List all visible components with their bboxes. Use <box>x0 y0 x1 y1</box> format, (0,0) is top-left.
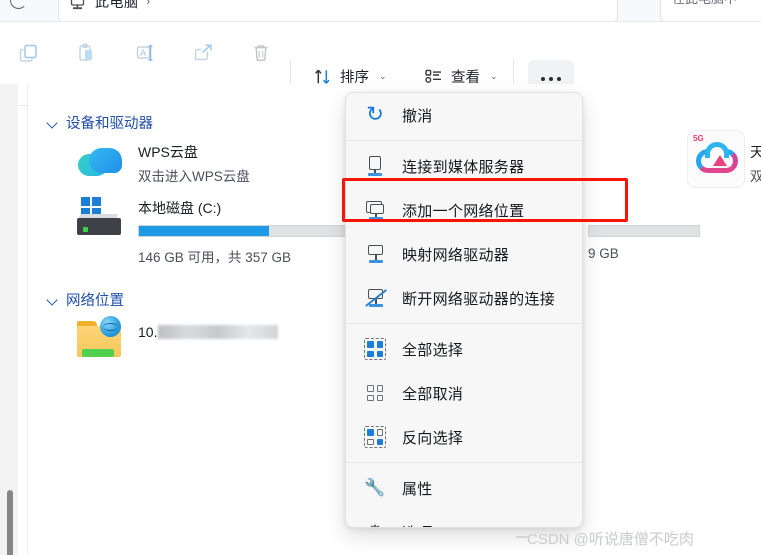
network-location-name: 10. <box>138 324 278 340</box>
wps-cloud-icon <box>76 140 124 188</box>
copy-button[interactable] <box>0 30 58 76</box>
menu-item-map-network-drive[interactable]: 映射网络驱动器 <box>346 232 582 276</box>
network-folder-icon <box>76 316 124 364</box>
context-menu: ↺ 撤消 连接到媒体服务器 添加一个网络位置 映射网络驱动器 断开网络驱动器的连… <box>345 92 583 528</box>
group-title-network: 网络位置 <box>66 293 124 309</box>
sort-icon <box>315 69 330 84</box>
search-placeholder: 在此电脑中 <box>672 0 737 7</box>
vertical-scrollbar[interactable] <box>7 490 13 555</box>
ellipsis-icon <box>549 77 553 81</box>
drive-capacity-meter-clipped <box>588 225 700 237</box>
breadcrumb-separator: › <box>146 0 151 8</box>
rename-button[interactable]: A <box>116 30 174 76</box>
navigation-pane-edge <box>0 84 18 555</box>
group-header-devices[interactable]: 设备和驱动器 <box>48 112 153 133</box>
menu-item-undo[interactable]: ↺ 撤消 <box>346 93 582 137</box>
chevron-down-icon[interactable] <box>48 118 58 128</box>
watermark: CSDN @听说唐僧不吃肉 <box>527 531 694 548</box>
disconnect-network-drive-icon <box>364 287 387 309</box>
invert-selection-icon <box>364 426 386 448</box>
drive-name: WPS云盘 <box>138 144 198 160</box>
menu-item-properties[interactable]: 🔧 属性 <box>346 466 582 510</box>
share-button[interactable] <box>174 30 232 76</box>
svg-text:A: A <box>140 48 146 58</box>
select-all-icon <box>364 338 386 360</box>
this-pc-icon[interactable] <box>70 0 87 10</box>
local-disk-icon <box>76 196 124 244</box>
menu-item-connect-media-server[interactable]: 连接到媒体服务器 <box>346 144 582 188</box>
drive-name: 本地磁盘 (C:) <box>138 200 222 216</box>
drive-subtitle: 双击进入WPS云盘 <box>138 169 250 184</box>
menu-item-invert-selection[interactable]: 反向选择 <box>346 415 582 459</box>
share-icon <box>194 44 212 61</box>
sort-chevron-down-icon: ⌄ <box>379 70 387 81</box>
add-network-location-icon <box>364 199 386 221</box>
drive-capacity-text-clipped: 9 GB <box>588 246 619 261</box>
options-icon: ⚙ <box>364 521 386 527</box>
drive-item-wps[interactable]: WPS云盘 双击进入WPS云盘 <box>76 140 250 188</box>
ellipsis-icon <box>557 77 561 81</box>
select-none-icon <box>364 382 386 404</box>
menu-item-select-all[interactable]: 全部选择 <box>346 327 582 371</box>
drive-capacity-text: 146 GB 可用，共 357 GB <box>138 250 292 265</box>
menu-divider <box>346 140 582 141</box>
paste-icon <box>79 43 92 61</box>
explorer-window: 此电脑 › 在此电脑中 <box>0 0 761 555</box>
chevron-down-icon[interactable] <box>48 295 58 305</box>
network-location-item[interactable]: 10. <box>76 316 278 364</box>
group-header-network[interactable]: 网络位置 <box>48 289 124 310</box>
badge-5g: 5G <box>693 134 704 143</box>
paste-button[interactable] <box>58 30 116 76</box>
cloud-5g-icon[interactable]: 5G <box>687 130 745 188</box>
map-network-drive-icon <box>364 243 386 265</box>
view-chevron-down-icon: ⌄ <box>490 70 498 81</box>
refresh-icon[interactable] <box>10 0 27 9</box>
ellipsis-icon <box>541 77 545 81</box>
undo-icon: ↺ <box>366 103 384 126</box>
menu-item-disconnect-network-drive[interactable]: 断开网络驱动器的连接 <box>346 276 582 320</box>
menu-divider <box>346 323 582 324</box>
menu-item-select-none[interactable]: 全部取消 <box>346 371 582 415</box>
media-server-icon <box>364 155 386 177</box>
address-bar: 此电脑 › 在此电脑中 <box>0 0 761 22</box>
delete-button[interactable] <box>232 30 290 76</box>
properties-icon: 🔧 <box>364 478 386 497</box>
menu-divider <box>346 462 582 463</box>
breadcrumb-this-pc[interactable]: 此电脑 <box>95 0 139 12</box>
redacted-address <box>158 325 278 339</box>
rename-icon: A <box>136 45 153 61</box>
view-icon <box>425 69 441 83</box>
breadcrumb: 此电脑 › <box>70 0 150 17</box>
menu-item-options[interactable]: ⚙ 选项 <box>346 510 582 527</box>
clipped-tile-name: 天 双 <box>750 144 761 184</box>
command-bar: A 排序 ⌄ 查看 ⌄ <box>0 22 761 106</box>
drive-capacity-meter <box>138 225 360 237</box>
group-title-devices: 设备和驱动器 <box>66 116 153 132</box>
menu-item-add-network-location[interactable]: 添加一个网络位置 <box>346 188 582 232</box>
delete-icon <box>254 45 268 62</box>
copy-icon <box>19 44 37 62</box>
